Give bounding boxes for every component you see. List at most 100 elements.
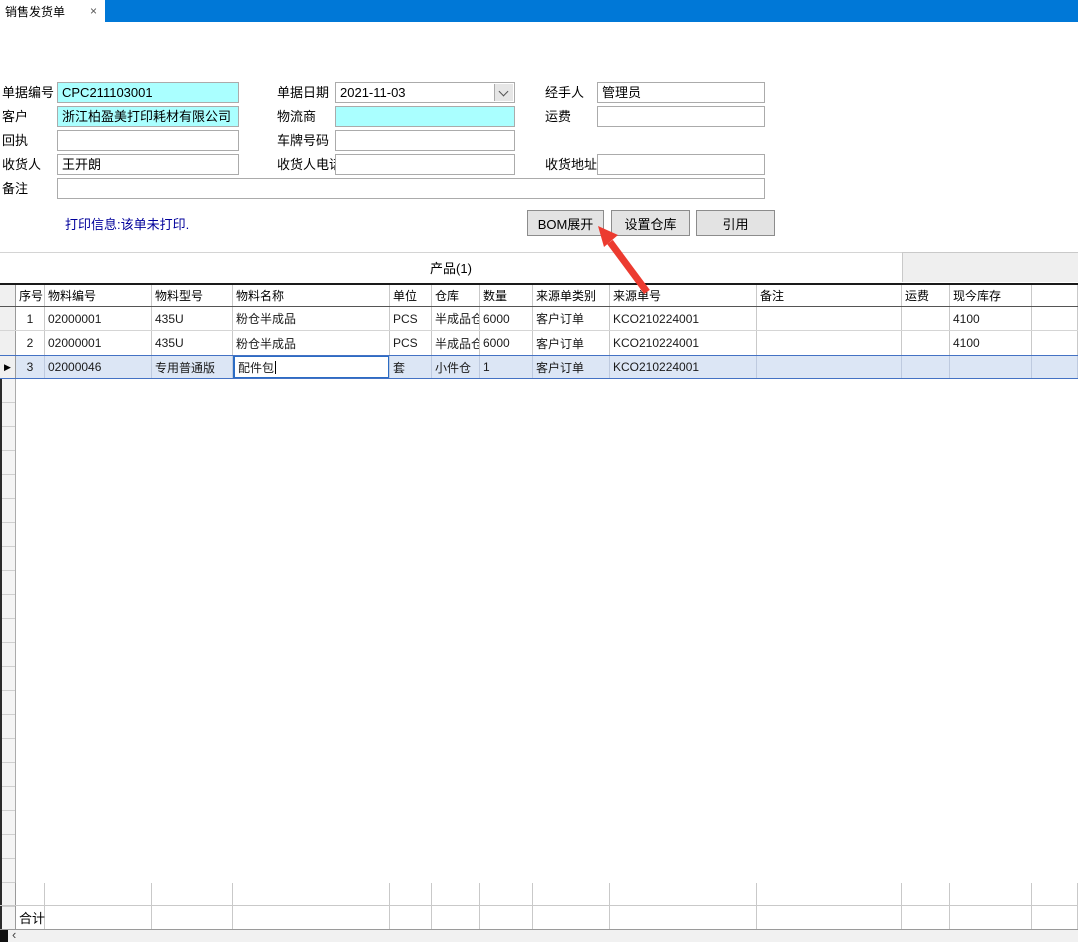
consignee-phone-field[interactable] — [335, 154, 515, 175]
table-row-selected[interactable]: ▶ 3 02000046 专用普通版 配件包 套 小件仓 1 客户订单 KCO2… — [0, 355, 1078, 379]
cell-name[interactable]: 粉仓半成品 — [233, 307, 390, 330]
cell-empty — [152, 906, 233, 929]
col-header[interactable]: 现今库存 — [950, 285, 1032, 306]
chevron-down-icon — [499, 87, 509, 97]
cell-stock[interactable] — [950, 356, 1032, 378]
cell-unit[interactable]: PCS — [390, 307, 432, 330]
cell-empty — [390, 883, 432, 905]
row-selector-cell[interactable] — [0, 307, 16, 330]
cell-source-type[interactable]: 客户订单 — [533, 331, 610, 355]
col-header[interactable]: 来源单类别 — [533, 285, 610, 306]
row-selector-cell[interactable]: ▶ — [0, 356, 16, 378]
col-header[interactable]: 单位 — [390, 285, 432, 306]
current-row-arrow-icon: ▶ — [4, 362, 11, 373]
cell-empty — [757, 883, 902, 905]
col-header[interactable]: 数量 — [480, 285, 533, 306]
cell-source-no[interactable]: KCO210224001 — [610, 307, 757, 330]
plate-no-field[interactable] — [335, 130, 515, 151]
cell-code[interactable]: 02000001 — [45, 307, 152, 330]
remark-label: 备注 — [2, 178, 28, 199]
col-header[interactable]: 物料型号 — [152, 285, 233, 306]
row-selector-cell[interactable] — [0, 331, 16, 355]
cell-freight[interactable] — [902, 331, 950, 355]
col-header[interactable]: 仓库 — [432, 285, 480, 306]
cell-freight[interactable] — [902, 307, 950, 330]
consignee-phone-label: 收货人电话 — [277, 154, 342, 175]
horizontal-scrollbar[interactable]: ‹ — [0, 930, 1078, 942]
customer-field[interactable]: 浙江柏盈美打印耗材有限公司 — [57, 106, 239, 127]
cell-empty — [233, 883, 390, 905]
cell-remark[interactable] — [757, 331, 902, 355]
cell-model[interactable]: 435U — [152, 331, 233, 355]
reference-button[interactable]: 引用 — [696, 210, 775, 236]
consignee-field[interactable]: 王开朗 — [57, 154, 239, 175]
cell-seq[interactable]: 3 — [16, 356, 45, 378]
cell-stock[interactable]: 4100 — [950, 307, 1032, 330]
cell-empty — [610, 883, 757, 905]
cell-edit-box[interactable]: 配件包 — [233, 356, 390, 378]
cell-name-editing[interactable]: 配件包 — [233, 356, 390, 378]
cell-empty — [950, 883, 1032, 905]
delivery-address-label: 收货地址 — [545, 154, 597, 175]
cell-warehouse[interactable]: 半成品仓 — [432, 307, 480, 330]
delivery-address-field[interactable] — [597, 154, 765, 175]
freight-field[interactable] — [597, 106, 765, 127]
cell-code[interactable]: 02000046 — [45, 356, 152, 378]
logistics-field[interactable] — [335, 106, 515, 127]
cell-model[interactable]: 专用普通版 — [152, 356, 233, 378]
close-icon[interactable]: × — [87, 4, 100, 18]
doc-date-value: 2021-11-03 — [340, 85, 406, 100]
row-selector-cell — [0, 883, 16, 905]
col-header[interactable]: 物料编号 — [45, 285, 152, 306]
table-row[interactable]: 1 02000001 435U 粉仓半成品 PCS 半成品仓 6000 客户订单… — [0, 307, 1078, 331]
scrollbar-thumb[interactable] — [0, 930, 8, 942]
bom-expand-button[interactable]: BOM展开 — [527, 210, 604, 236]
table-row[interactable]: 2 02000001 435U 粉仓半成品 PCS 半成品仓 6000 客户订单… — [0, 331, 1078, 355]
cell-empty — [233, 906, 390, 929]
set-warehouse-button[interactable]: 设置仓库 — [611, 210, 690, 236]
cell-stock[interactable]: 4100 — [950, 331, 1032, 355]
cell-model[interactable]: 435U — [152, 307, 233, 330]
cell-source-no[interactable]: KCO210224001 — [610, 356, 757, 378]
remark-field[interactable] — [57, 178, 765, 199]
cell-qty[interactable]: 1 — [480, 356, 533, 378]
col-header[interactable]: 序号 — [16, 285, 45, 306]
cell-warehouse[interactable]: 小件仓 — [432, 356, 480, 378]
cell-empty — [950, 906, 1032, 929]
cell-name[interactable]: 粉仓半成品 — [233, 331, 390, 355]
cell-seq[interactable]: 2 — [16, 331, 45, 355]
cell-remark[interactable] — [757, 307, 902, 330]
cell-qty[interactable]: 6000 — [480, 331, 533, 355]
cell-empty — [16, 883, 45, 905]
cell-freight[interactable] — [902, 356, 950, 378]
col-header[interactable]: 备注 — [757, 285, 902, 306]
handler-field[interactable]: 管理员 — [597, 82, 765, 103]
cell-extra — [1032, 331, 1078, 355]
text-caret — [275, 361, 276, 374]
footer-empty-row — [0, 883, 1078, 906]
receipt-field[interactable] — [57, 130, 239, 151]
col-header[interactable]: 来源单号 — [610, 285, 757, 306]
doc-date-combobox[interactable]: 2021-11-03 — [335, 82, 515, 103]
cell-unit[interactable]: 套 — [390, 356, 432, 378]
cell-edit-text: 配件包 — [238, 359, 274, 376]
cell-empty — [902, 883, 950, 905]
cell-empty — [45, 883, 152, 905]
cell-source-no[interactable]: KCO210224001 — [610, 331, 757, 355]
scroll-left-icon[interactable]: ‹ — [12, 927, 16, 942]
tab-sales-delivery[interactable]: 销售发货单 × — [0, 0, 105, 22]
cell-qty[interactable]: 6000 — [480, 307, 533, 330]
col-header[interactable]: 运费 — [902, 285, 950, 306]
cell-source-type[interactable]: 客户订单 — [533, 356, 610, 378]
cell-empty — [533, 883, 610, 905]
cell-source-type[interactable]: 客户订单 — [533, 307, 610, 330]
cell-seq[interactable]: 1 — [16, 307, 45, 330]
doc-date-label: 单据日期 — [277, 82, 329, 103]
col-header[interactable]: 物料名称 — [233, 285, 390, 306]
doc-no-field[interactable]: CPC211103001 — [57, 82, 239, 103]
cell-warehouse[interactable]: 半成品仓 — [432, 331, 480, 355]
cell-code[interactable]: 02000001 — [45, 331, 152, 355]
doc-date-dropdown-button[interactable] — [494, 84, 513, 101]
cell-unit[interactable]: PCS — [390, 331, 432, 355]
cell-remark[interactable] — [757, 356, 902, 378]
